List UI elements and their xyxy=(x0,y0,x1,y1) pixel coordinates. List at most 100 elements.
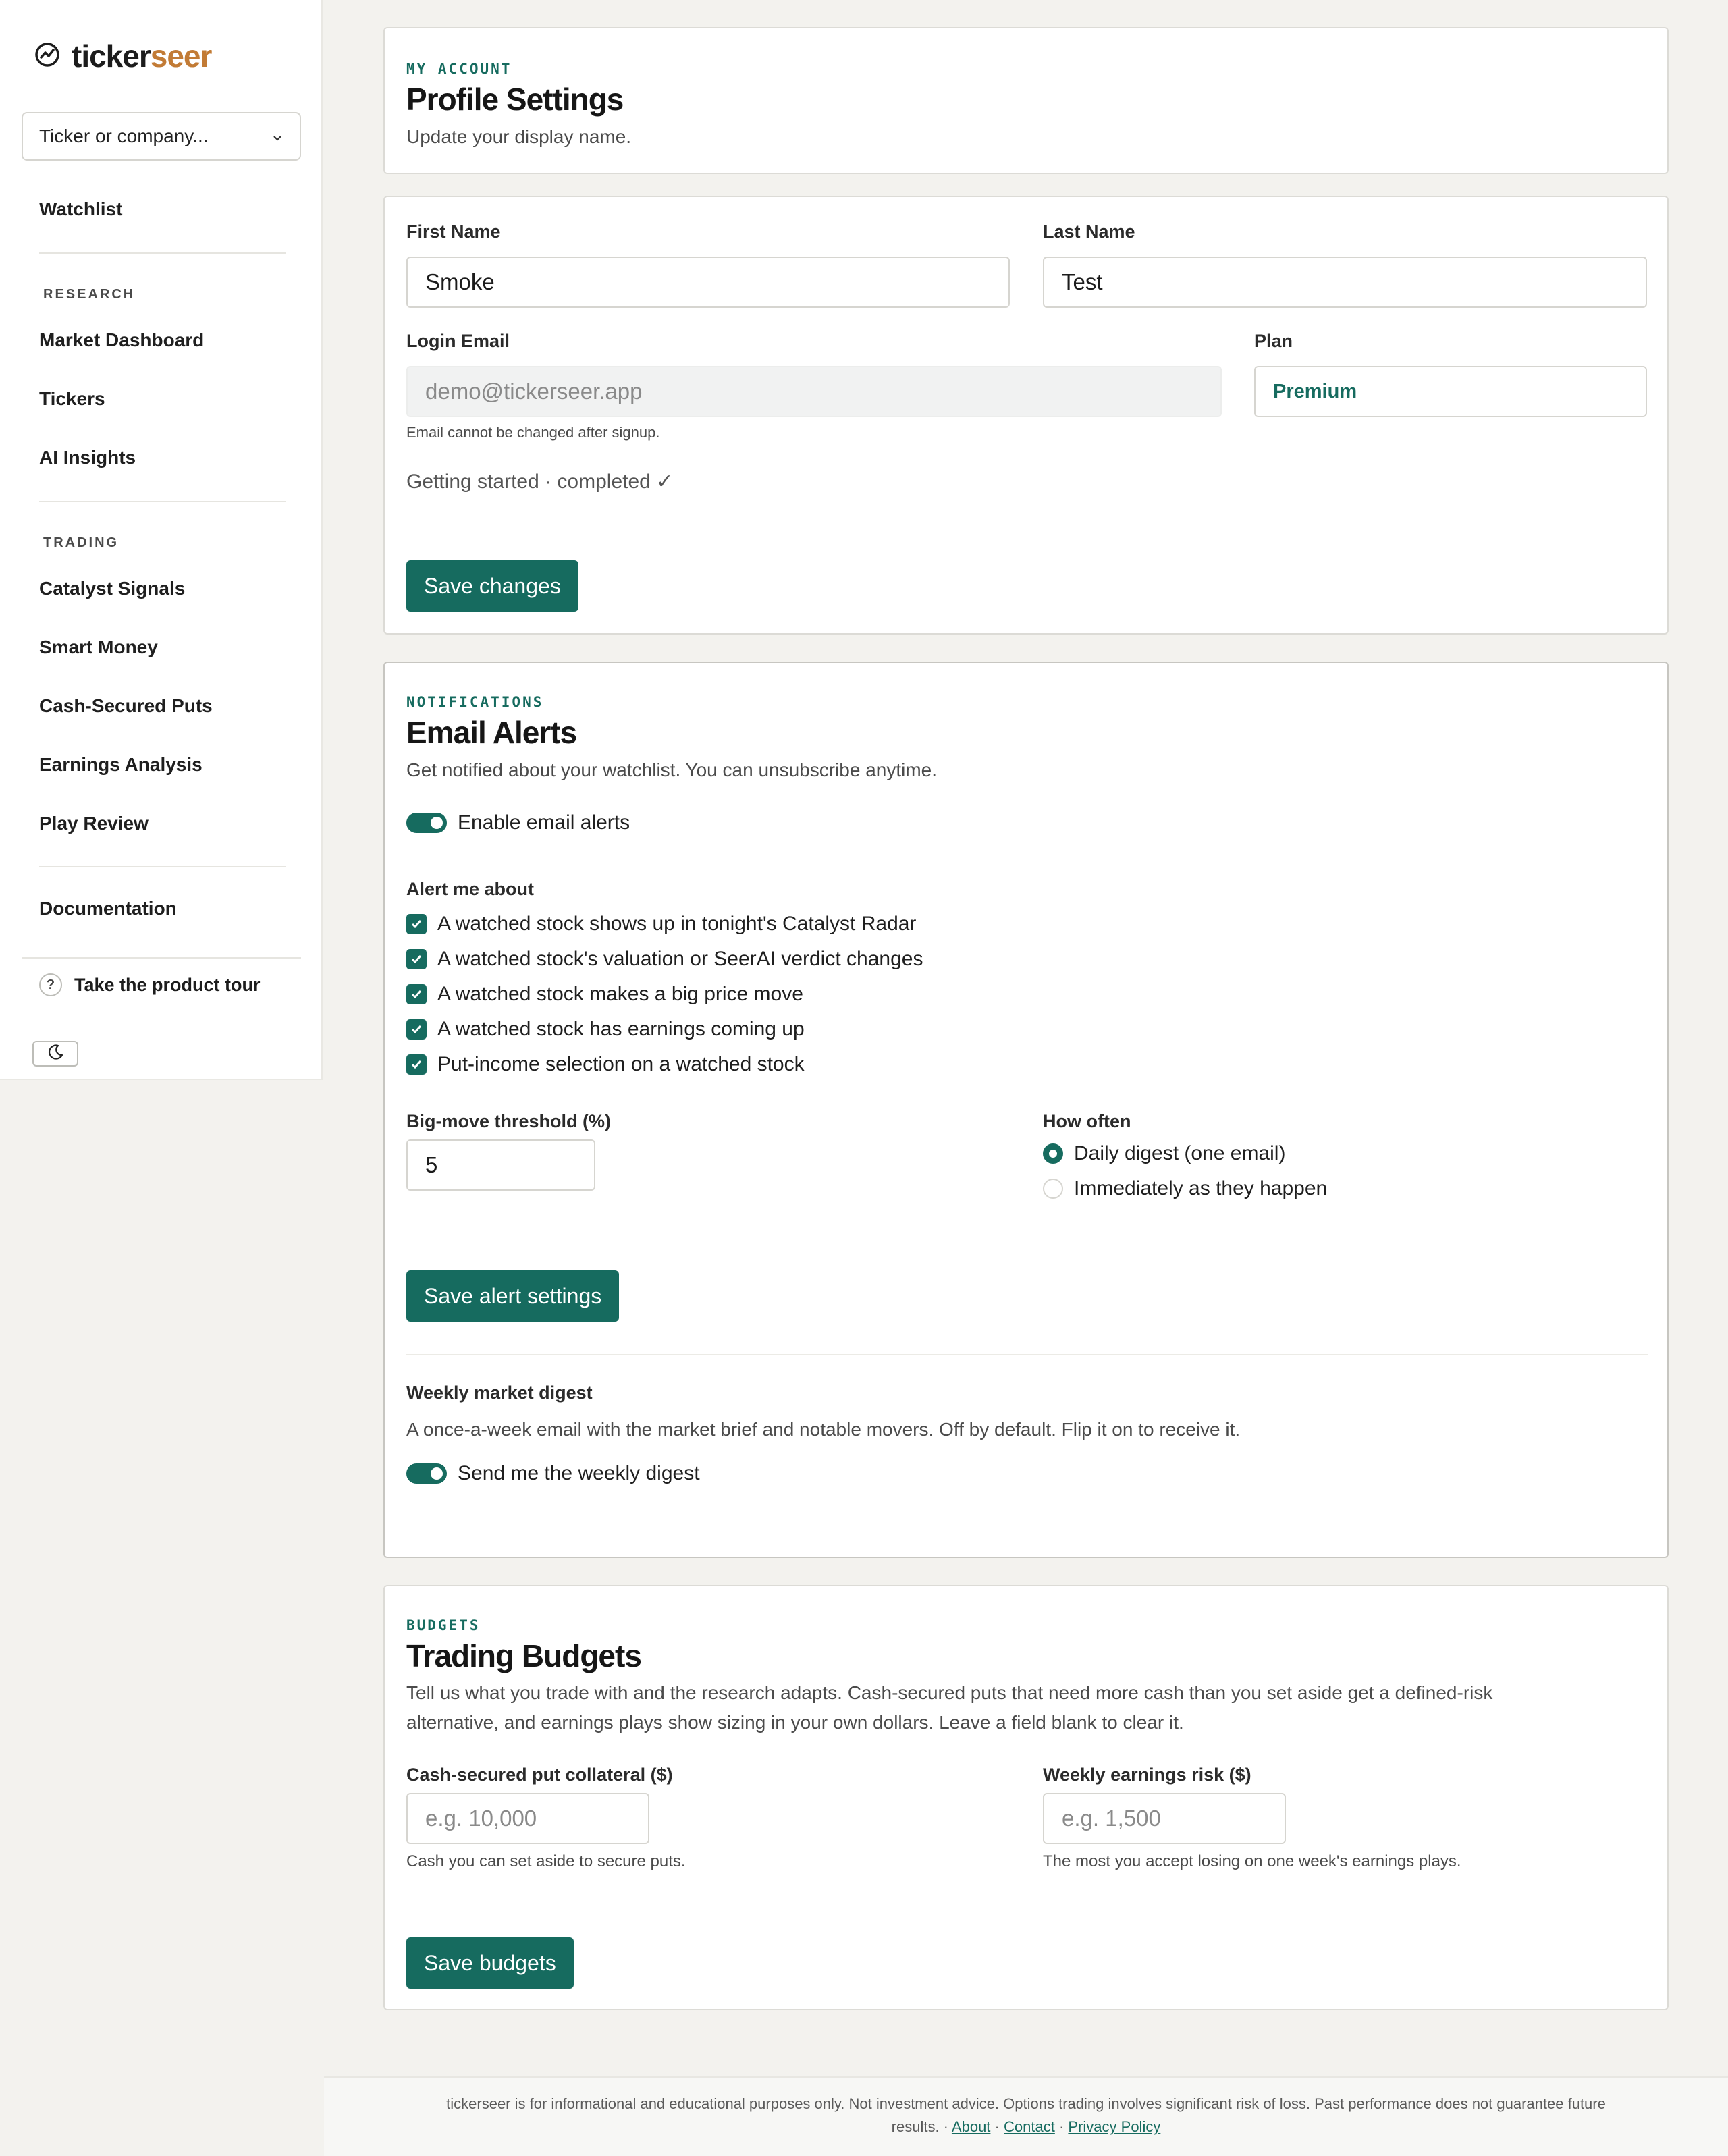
radio-unselected-icon[interactable] xyxy=(1043,1179,1063,1199)
weekly-digest-label: Send me the weekly digest xyxy=(458,1462,700,1484)
earnings-risk-hint: The most you accept losing on one week's… xyxy=(1043,1852,1461,1870)
enable-email-alerts-label: Enable email alerts xyxy=(458,811,630,834)
footer-disclaimer-line-2: results. · About · Contact · Privacy Pol… xyxy=(324,2115,1728,2138)
weekly-digest-toggle[interactable] xyxy=(406,1463,447,1484)
checkbox-checked-icon[interactable] xyxy=(406,984,427,1004)
budgets-description-line-2: alternative, and earnings plays show siz… xyxy=(406,1712,1184,1733)
alert-option-catalyst[interactable]: A watched stock shows up in tonight's Ca… xyxy=(406,913,916,936)
moon-icon xyxy=(46,1043,65,1065)
help-icon: ? xyxy=(39,973,62,996)
logo[interactable]: tickerseer xyxy=(34,38,213,74)
sidebar-item-watchlist[interactable]: Watchlist xyxy=(39,198,122,220)
enable-email-alerts-toggle[interactable] xyxy=(406,813,447,833)
sidebar-divider xyxy=(39,252,286,254)
logo-text-ticker: ticker xyxy=(72,38,151,74)
last-name-label: Last Name xyxy=(1043,221,1135,242)
sidebar-divider xyxy=(39,866,286,867)
save-alert-settings-button[interactable]: Save alert settings xyxy=(406,1270,620,1322)
save-budgets-button[interactable]: Save budgets xyxy=(406,1937,574,1989)
alerts-eyebrow: NOTIFICATIONS xyxy=(406,694,544,710)
sidebar-item-earnings-analysis[interactable]: Earnings Analysis xyxy=(39,754,202,776)
alert-option-put-income[interactable]: Put-income selection on a watched stock xyxy=(406,1053,805,1076)
footer: tickerseer is for informational and educ… xyxy=(324,2076,1728,2156)
plan-value: Premium xyxy=(1254,366,1647,417)
email-hint: Email cannot be changed after signup. xyxy=(406,424,660,441)
product-tour-link[interactable]: ? Take the product tour xyxy=(39,973,261,996)
sidebar-item-market-dashboard[interactable]: Market Dashboard xyxy=(39,329,204,351)
product-tour-label: Take the product tour xyxy=(74,974,261,995)
logo-text-seer: seer xyxy=(150,38,213,74)
chevron-down-icon xyxy=(271,126,284,147)
earnings-risk-input[interactable]: e.g. 1,500 xyxy=(1043,1793,1286,1844)
csp-collateral-input[interactable]: e.g. 10,000 xyxy=(406,1793,649,1844)
checkbox-checked-icon[interactable] xyxy=(406,914,427,934)
section-divider xyxy=(406,1354,1648,1355)
first-name-input[interactable]: Smoke xyxy=(406,257,1010,308)
frequency-immediate[interactable]: Immediately as they happen xyxy=(1043,1177,1327,1200)
footer-separator: · xyxy=(994,2118,1000,2135)
budgets-eyebrow: BUDGETS xyxy=(406,1617,481,1634)
getting-started-status: Getting started · completed ✓ xyxy=(406,470,674,493)
checkbox-checked-icon[interactable] xyxy=(406,949,427,969)
frequency-daily[interactable]: Daily digest (one email) xyxy=(1043,1142,1285,1165)
budgets-description-line-1: Tell us what you trade with and the rese… xyxy=(406,1682,1493,1703)
footer-separator: · xyxy=(1058,2118,1064,2135)
sidebar-item-smart-money[interactable]: Smart Money xyxy=(39,637,158,658)
trading-budgets-card: BUDGETS Trading Budgets Tell us what you… xyxy=(383,1585,1669,2010)
alert-option-label: A watched stock has earnings coming up xyxy=(437,1018,805,1040)
weekly-digest-title: Weekly market digest xyxy=(406,1382,593,1403)
profile-header-card: MY ACCOUNT Profile Settings Update your … xyxy=(383,27,1669,174)
logo-text: tickerseer xyxy=(72,38,213,74)
ticker-search-select[interactable]: Ticker or company... xyxy=(22,112,301,161)
sidebar-item-cash-secured-puts[interactable]: Cash-Secured Puts xyxy=(39,695,213,717)
budgets-title: Trading Budgets xyxy=(406,1638,642,1673)
sidebar-section-trading: TRADING xyxy=(43,535,119,550)
alert-option-price-move[interactable]: A watched stock makes a big price move xyxy=(406,983,803,1006)
alert-me-about-label: Alert me about xyxy=(406,879,535,899)
alert-option-label: Put-income selection on a watched stock xyxy=(437,1053,805,1075)
sidebar-item-play-review[interactable]: Play Review xyxy=(39,813,148,834)
profile-eyebrow: MY ACCOUNT xyxy=(406,61,512,77)
alert-option-label: A watched stock's valuation or SeerAI ve… xyxy=(437,948,923,970)
trend-circle-icon xyxy=(34,41,61,72)
radio-selected-icon[interactable] xyxy=(1043,1143,1063,1164)
plan-label: Plan xyxy=(1254,331,1293,351)
alerts-title: Email Alerts xyxy=(406,715,577,750)
footer-about-link[interactable]: About xyxy=(952,2118,991,2135)
theme-toggle-button[interactable] xyxy=(32,1041,78,1067)
alert-option-label: A watched stock makes a big price move xyxy=(437,983,803,1005)
login-email-input: demo@tickerseer.app xyxy=(406,366,1222,417)
sidebar-item-catalyst-signals[interactable]: Catalyst Signals xyxy=(39,578,185,599)
first-name-label: First Name xyxy=(406,221,501,242)
footer-privacy-link[interactable]: Privacy Policy xyxy=(1068,2118,1160,2135)
threshold-input[interactable]: 5 xyxy=(406,1139,595,1191)
last-name-input[interactable]: Test xyxy=(1043,257,1647,308)
footer-contact-link[interactable]: Contact xyxy=(1004,2118,1055,2135)
ticker-search-placeholder: Ticker or company... xyxy=(39,126,209,146)
weekly-digest-description: A once-a-week email with the market brie… xyxy=(406,1419,1241,1440)
alerts-subtitle: Get notified about your watchlist. You c… xyxy=(406,759,938,780)
footer-disclaimer-line-1: tickerseer is for informational and educ… xyxy=(446,2095,1606,2112)
checkbox-checked-icon[interactable] xyxy=(406,1054,427,1075)
sidebar-divider xyxy=(39,501,286,502)
sidebar-item-tickers[interactable]: Tickers xyxy=(39,388,105,410)
frequency-immediate-label: Immediately as they happen xyxy=(1074,1177,1328,1200)
checkbox-checked-icon[interactable] xyxy=(406,1019,427,1040)
sidebar-item-documentation[interactable]: Documentation xyxy=(39,898,177,919)
alert-option-valuation[interactable]: A watched stock's valuation or SeerAI ve… xyxy=(406,948,923,971)
sidebar-divider xyxy=(22,957,301,959)
frequency-daily-label: Daily digest (one email) xyxy=(1074,1142,1286,1164)
earnings-risk-label: Weekly earnings risk ($) xyxy=(1043,1764,1251,1785)
email-alerts-card: NOTIFICATIONS Email Alerts Get notified … xyxy=(383,662,1669,1558)
sidebar-item-ai-insights[interactable]: AI Insights xyxy=(39,447,136,468)
profile-form-card: First Name Smoke Last Name Test Login Em… xyxy=(383,196,1669,635)
footer-disclaimer-end: results. · xyxy=(891,2118,949,2135)
frequency-label: How often xyxy=(1043,1111,1131,1131)
threshold-label: Big-move threshold (%) xyxy=(406,1111,612,1131)
alert-option-label: A watched stock shows up in tonight's Ca… xyxy=(437,913,917,935)
page-subtitle: Update your display name. xyxy=(406,126,632,147)
alert-option-earnings[interactable]: A watched stock has earnings coming up xyxy=(406,1018,805,1041)
save-changes-button[interactable]: Save changes xyxy=(406,560,578,612)
csp-collateral-hint: Cash you can set aside to secure puts. xyxy=(406,1852,686,1870)
login-email-label: Login Email xyxy=(406,331,510,351)
